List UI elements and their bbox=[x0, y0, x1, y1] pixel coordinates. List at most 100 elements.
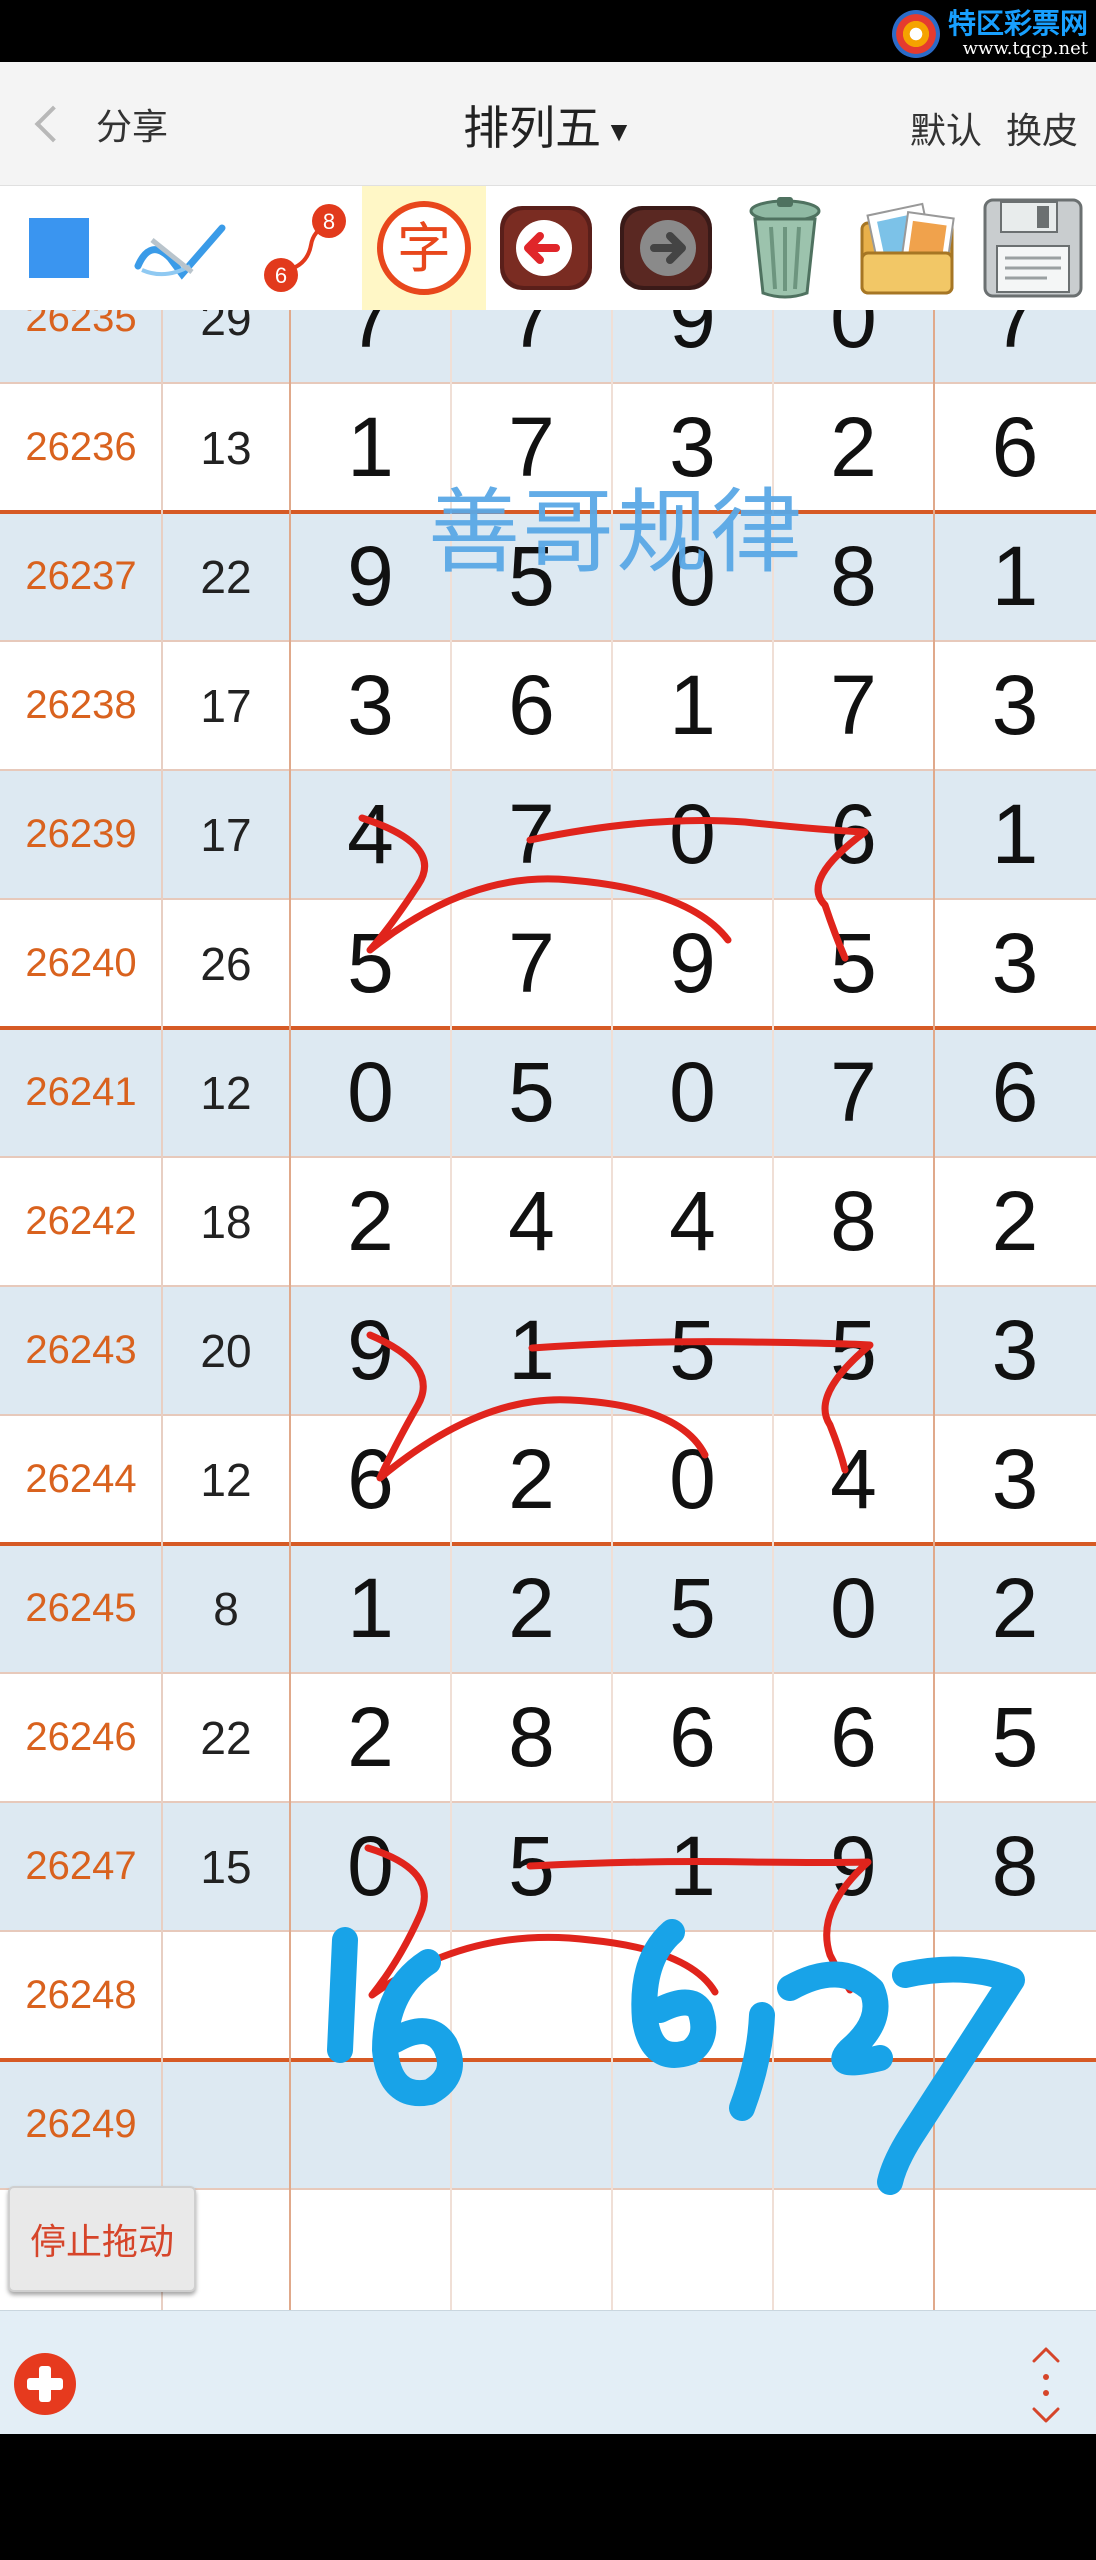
digit-cell: 7 bbox=[508, 916, 555, 1010]
issue-number: 26245 bbox=[25, 1586, 137, 1630]
redo-arrow-icon bbox=[620, 206, 712, 290]
trash-icon bbox=[749, 197, 821, 299]
digit-cell: 1 bbox=[669, 1819, 716, 1913]
issue-number: 26243 bbox=[25, 1328, 137, 1372]
results-grid[interactable]: 26235 29 7 7 9 0 7 26236 13 1 7 3 2 6 26… bbox=[0, 310, 1096, 2310]
digit-cell: 6 bbox=[830, 1690, 877, 1784]
digit-cell: 5 bbox=[991, 1690, 1039, 1784]
row-divider bbox=[0, 1285, 1096, 1287]
digit-cell: 0 bbox=[347, 1819, 394, 1913]
digit-cell: 2 bbox=[347, 1174, 394, 1268]
digit-cell: 0 bbox=[669, 1045, 716, 1139]
digit-cell: 8 bbox=[830, 1174, 877, 1268]
line-top-number: 8 bbox=[323, 209, 335, 234]
row-divider bbox=[0, 1672, 1096, 1674]
digit-cell: 6 bbox=[991, 400, 1039, 494]
issue-number: 26241 bbox=[25, 1070, 137, 1114]
undo-button[interactable] bbox=[486, 186, 606, 310]
digit-cell: 4 bbox=[508, 1174, 555, 1268]
digit-cell: 6 bbox=[830, 787, 877, 881]
pen-check-icon bbox=[134, 224, 226, 280]
column-divider bbox=[611, 310, 613, 2310]
table-row: 26235 29 7 7 9 0 7 bbox=[0, 310, 1096, 383]
column-divider bbox=[161, 310, 163, 2310]
digit-cell: 7 bbox=[508, 310, 555, 365]
table-row: 26244 12 6 2 0 4 3 bbox=[0, 1415, 1096, 1544]
digit-cell: 4 bbox=[669, 1174, 716, 1268]
digit-cell: 2 bbox=[508, 1432, 555, 1526]
change-skin-button[interactable]: 换皮 bbox=[1006, 110, 1078, 151]
digit-cell: 5 bbox=[669, 1561, 716, 1655]
resize-arrows-icon[interactable] bbox=[1026, 2347, 1066, 2423]
digit-cell: 0 bbox=[347, 1045, 394, 1139]
pen-tool[interactable] bbox=[118, 186, 242, 310]
digit-cell: 7 bbox=[830, 658, 877, 752]
digit-cell: 1 bbox=[347, 1561, 394, 1655]
sum-value: 17 bbox=[200, 808, 252, 861]
table-row: 26239 17 4 7 0 6 1 bbox=[0, 770, 1096, 899]
table-row: 26245 8 1 2 5 0 2 bbox=[0, 1544, 1096, 1673]
row-divider bbox=[0, 769, 1096, 771]
digit-cell: 1 bbox=[508, 1303, 555, 1397]
table-row: 26242 18 2 4 4 8 2 bbox=[0, 1157, 1096, 1286]
sum-value: 12 bbox=[200, 1066, 252, 1119]
digit-cell: 0 bbox=[669, 1432, 716, 1526]
line-68-icon: 8 6 bbox=[264, 204, 346, 292]
digit-cell: 1 bbox=[347, 400, 394, 494]
issue-number: 26235 bbox=[25, 310, 137, 340]
row-divider bbox=[0, 382, 1096, 384]
digit-cell: 6 bbox=[669, 1690, 716, 1784]
digit-cell: 3 bbox=[991, 916, 1039, 1010]
sum-value: 26 bbox=[200, 937, 252, 990]
clear-button[interactable] bbox=[726, 186, 844, 310]
save-disk-icon bbox=[983, 198, 1083, 298]
digit-cell: 0 bbox=[830, 310, 877, 365]
header-actions: 默认 换皮 bbox=[896, 102, 1078, 154]
digit-cell: 5 bbox=[830, 1303, 877, 1397]
default-skin-button[interactable]: 默认 bbox=[910, 110, 982, 151]
group-divider bbox=[0, 1542, 1096, 1546]
column-divider bbox=[933, 310, 935, 2310]
status-bar: 特区彩票网 www.tqcp.net bbox=[0, 0, 1096, 62]
digit-cell: 8 bbox=[991, 1819, 1039, 1913]
site-logo-icon bbox=[891, 10, 940, 58]
digit-cell: 6 bbox=[347, 1432, 394, 1526]
redo-button[interactable] bbox=[606, 186, 726, 310]
digit-cell: 0 bbox=[669, 787, 716, 881]
blue-square-icon bbox=[29, 218, 89, 278]
digit-cell: 7 bbox=[347, 310, 394, 365]
row-divider bbox=[0, 1414, 1096, 1416]
column-divider bbox=[289, 310, 291, 2310]
add-circle-icon[interactable] bbox=[14, 2353, 76, 2415]
issue-number: 26246 bbox=[25, 1715, 137, 1759]
digit-cell: 2 bbox=[347, 1690, 394, 1784]
line-tool[interactable]: 8 6 bbox=[242, 186, 362, 310]
table-row: 26240 26 5 7 9 5 3 bbox=[0, 899, 1096, 1028]
watermark-url: www.tqcp.net bbox=[962, 38, 1088, 59]
digit-cell: 5 bbox=[508, 1045, 555, 1139]
line-bottom-number: 6 bbox=[275, 263, 287, 288]
stop-drag-button[interactable]: 停止拖动 bbox=[8, 2186, 196, 2292]
sum-value: 15 bbox=[200, 1840, 252, 1893]
digit-cell: 2 bbox=[991, 1561, 1039, 1655]
sum-value: 22 bbox=[200, 1711, 252, 1764]
save-button[interactable] bbox=[970, 186, 1096, 310]
dropdown-caret-icon: ▼ bbox=[605, 115, 633, 147]
image-button[interactable] bbox=[844, 186, 970, 310]
digit-cell: 9 bbox=[347, 1303, 394, 1397]
sum-value: 20 bbox=[200, 1324, 252, 1377]
issue-number: 26244 bbox=[25, 1457, 137, 1501]
digit-cell: 9 bbox=[830, 1819, 877, 1913]
undo-arrow-icon bbox=[500, 206, 592, 290]
sum-value: 17 bbox=[200, 679, 252, 732]
text-tool[interactable]: 字 bbox=[362, 186, 486, 310]
color-picker-tool[interactable] bbox=[0, 186, 118, 310]
digit-cell: 6 bbox=[508, 658, 555, 752]
row-divider bbox=[0, 898, 1096, 900]
sum-value: 13 bbox=[200, 421, 252, 474]
row-divider bbox=[0, 640, 1096, 642]
issue-number: 26249 bbox=[25, 2102, 137, 2146]
table-row: 26247 15 0 5 1 9 8 bbox=[0, 1802, 1096, 1931]
issue-number: 26248 bbox=[25, 1973, 137, 2017]
sum-value: 18 bbox=[200, 1195, 252, 1248]
